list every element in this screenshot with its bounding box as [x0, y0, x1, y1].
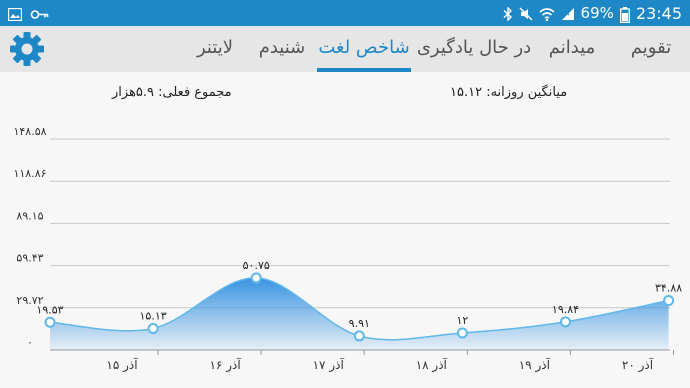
data-label: ۹.۹۱ — [349, 317, 370, 330]
data-label: ۳۴.۸۸ — [655, 281, 682, 294]
mute-icon — [519, 6, 533, 21]
data-point — [44, 316, 56, 328]
x-tick-label: ۱۶ آذر — [209, 357, 241, 373]
signal-icon — [561, 7, 575, 20]
data-label: ۱۹.۸۴ — [552, 303, 579, 316]
data-label: ۱۲ — [456, 314, 468, 327]
x-tick-label: ۱۷ آذر — [313, 357, 345, 373]
bluetooth-icon — [503, 5, 513, 22]
data-point — [147, 323, 159, 335]
y-tick-label: ۱۴۸.۵۸ — [13, 125, 46, 138]
tab-calendar[interactable]: تقویم — [618, 26, 684, 72]
x-tick-label: ۲۰ آذر — [622, 357, 654, 373]
data-point — [456, 327, 468, 339]
tab-know[interactable]: میدانم — [538, 26, 606, 72]
data-label: ۵۰.۷۵ — [243, 259, 270, 272]
y-tick-label: ۸۹.۱۵ — [16, 209, 43, 222]
y-tick-label: ۰ — [27, 336, 33, 349]
data-point — [250, 272, 262, 284]
battery-icon — [619, 6, 630, 23]
key-icon — [30, 6, 50, 19]
y-tick-label: ۵۹.۴۳ — [16, 252, 43, 265]
x-tick-label: ۱۵ آذر — [106, 357, 138, 373]
gallery-icon — [7, 6, 23, 22]
y-tick-label: ۱۱۸.۸۶ — [13, 167, 46, 180]
tab-learning[interactable]: در حال یادگیری — [414, 26, 534, 72]
word-index-chart: ۰۲۹.۷۲۵۹.۴۳۸۹.۱۵۱۱۸.۸۶۱۴۸.۵۸۱۹.۵۳ ۱۵.۱۳۵۰… — [13, 125, 682, 373]
data-point — [353, 330, 365, 342]
battery-percent: 69% — [580, 4, 614, 22]
data-label: ۱۹.۵۳ — [36, 303, 63, 316]
settings-gear-icon[interactable] — [8, 31, 46, 67]
data-point — [560, 316, 571, 328]
tab-word-index[interactable]: شاخص لغت — [317, 26, 411, 72]
wifi-icon — [539, 7, 555, 21]
data-point — [663, 294, 675, 306]
x-tick-label: ۱۹ آذر — [519, 357, 551, 373]
clock: 23:45 — [635, 3, 682, 23]
tab-bar: لایتنر شنیدم شاخص لغت در حال یادگیری مید… — [0, 26, 690, 72]
tab-heard[interactable]: شنیدم — [244, 26, 320, 72]
status-bar: 69% 23:45 — [0, 0, 690, 26]
data-label: ۱۵.۱۳ — [140, 310, 167, 323]
x-tick-label: ۱۸ آذر — [416, 357, 448, 373]
chart-panel: میانگین روزانه: ۱۵.۱۲ مجموع فعلی: ۵.۹هزا… — [0, 72, 690, 388]
